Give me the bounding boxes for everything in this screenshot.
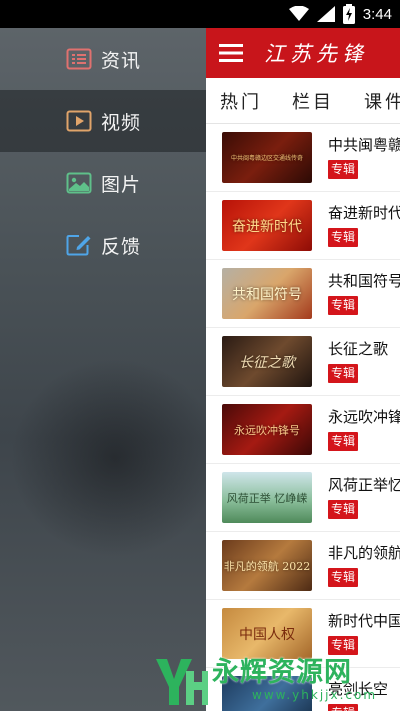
video-list: 中共闽粤赣边区交通线传奇 中共闽粤赣边区 专辑 奋进新时代 奋进新时代 专辑 共…: [206, 124, 400, 711]
battery-charging-icon: [342, 4, 355, 24]
video-thumbnail: 长征之歌: [222, 336, 312, 387]
category-tabs: 热门 栏目 课件: [206, 78, 400, 124]
video-title: 风荷正举忆: [328, 476, 400, 494]
feedback-edit-icon: [66, 234, 92, 256]
video-title: 长征之歌: [328, 340, 389, 358]
tab-columns[interactable]: 栏目: [278, 88, 350, 114]
drawer-item-label: 反馈: [101, 235, 142, 258]
list-item[interactable]: 风荷正举 忆峥嵘 风荷正举忆 专辑: [206, 464, 400, 532]
video-thumbnail: 中共闽粤赣边区交通线传奇: [222, 132, 312, 183]
video-title: 共和国符号: [328, 272, 400, 290]
video-title: 中共闽粤赣边区: [328, 136, 400, 154]
video-info: 长征之歌 专辑: [328, 340, 388, 383]
video-title: 永远吹冲锋号: [328, 408, 400, 426]
video-info: 新时代中国 专辑: [328, 612, 400, 655]
album-badge: 专辑: [328, 568, 359, 587]
drawer-item-video[interactable]: 视频: [0, 90, 206, 152]
status-icons: 3:44: [288, 4, 392, 24]
wifi-icon: [288, 6, 309, 21]
video-title: 亮剑长空: [328, 680, 389, 698]
video-title: 非凡的领航: [328, 544, 400, 562]
news-list-icon: [66, 48, 92, 70]
list-item[interactable]: 奋进新时代 奋进新时代 专辑: [206, 192, 400, 260]
thumbnail-text: 奋进新时代: [232, 218, 302, 235]
drawer-item-pictures[interactable]: 图片: [0, 152, 206, 214]
video-info: 风荷正举忆 专辑: [328, 476, 400, 519]
video-thumbnail: [222, 676, 312, 711]
video-info: 共和国符号 专辑: [328, 272, 400, 315]
video-thumbnail: 永远吹冲锋号: [222, 404, 312, 455]
drawer-item-label: 图片: [101, 173, 142, 196]
video-play-icon: [66, 110, 92, 132]
album-badge: 专辑: [328, 228, 359, 247]
video-thumbnail: 非凡的领航 2022: [222, 540, 312, 591]
thumbnail-text: 永远吹冲锋号: [234, 423, 300, 437]
tab-courseware[interactable]: 课件: [350, 88, 400, 114]
video-title: 新时代中国: [328, 612, 400, 630]
album-badge: 专辑: [328, 160, 359, 179]
status-bar: 3:44: [0, 0, 400, 28]
thumbnail-text: 共和国符号: [232, 286, 302, 303]
drawer-item-feedback[interactable]: 反馈: [0, 214, 206, 276]
video-info: 奋进新时代 专辑: [328, 204, 400, 247]
main-panel: 江苏先锋 热门 栏目 课件 中共闽粤赣边区交通线传奇 中共闽粤赣边区 专辑 奋进…: [206, 28, 400, 711]
album-badge: 专辑: [328, 364, 359, 383]
list-item[interactable]: 共和国符号 共和国符号 专辑: [206, 260, 400, 328]
album-badge: 专辑: [328, 432, 359, 451]
list-item[interactable]: 永远吹冲锋号 永远吹冲锋号 专辑: [206, 396, 400, 464]
video-info: 永远吹冲锋号 专辑: [328, 408, 400, 451]
drawer-item-label: 资讯: [101, 49, 142, 72]
album-badge: 专辑: [328, 296, 359, 315]
list-item[interactable]: 非凡的领航 2022 非凡的领航 专辑: [206, 532, 400, 600]
video-thumbnail: 奋进新时代: [222, 200, 312, 251]
thumbnail-text: 中国人权: [239, 626, 295, 643]
status-time: 3:44: [362, 5, 392, 23]
list-item[interactable]: 中共闽粤赣边区交通线传奇 中共闽粤赣边区 专辑: [206, 124, 400, 192]
video-info: 亮剑长空 专辑: [328, 680, 388, 711]
signal-icon: [316, 6, 335, 22]
album-badge: 专辑: [328, 500, 359, 519]
thumbnail-text: 非凡的领航 2022: [223, 559, 311, 573]
brand-logo: 江苏先锋: [264, 42, 368, 66]
video-title: 奋进新时代: [328, 204, 400, 222]
list-item[interactable]: 中国人权 新时代中国 专辑: [206, 600, 400, 668]
album-badge: 专辑: [328, 704, 359, 711]
thumbnail-text: 长征之歌: [239, 354, 295, 371]
tab-hot[interactable]: 热门: [206, 88, 278, 114]
drawer-item-news[interactable]: 资讯: [0, 28, 206, 90]
hamburger-menu-icon: [219, 44, 243, 62]
album-badge: 专辑: [328, 636, 359, 655]
video-info: 中共闽粤赣边区 专辑: [328, 136, 400, 179]
video-thumbnail: 中国人权: [222, 608, 312, 659]
video-thumbnail: 风荷正举 忆峥嵘: [222, 472, 312, 523]
drawer-item-label: 视频: [101, 111, 142, 134]
video-thumbnail: 共和国符号: [222, 268, 312, 319]
video-info: 非凡的领航 专辑: [328, 544, 400, 587]
list-item[interactable]: 亮剑长空 专辑: [206, 668, 400, 711]
picture-icon: [66, 172, 92, 194]
thumbnail-text: 中共闽粤赣边区交通线传奇: [230, 155, 303, 162]
list-item[interactable]: 长征之歌 长征之歌 专辑: [206, 328, 400, 396]
thumbnail-text: 风荷正举 忆峥嵘: [226, 491, 308, 505]
navigation-drawer: 资讯 视频 图片 反馈: [0, 28, 206, 711]
menu-button[interactable]: [206, 28, 256, 78]
app-header: 江苏先锋: [206, 28, 400, 78]
